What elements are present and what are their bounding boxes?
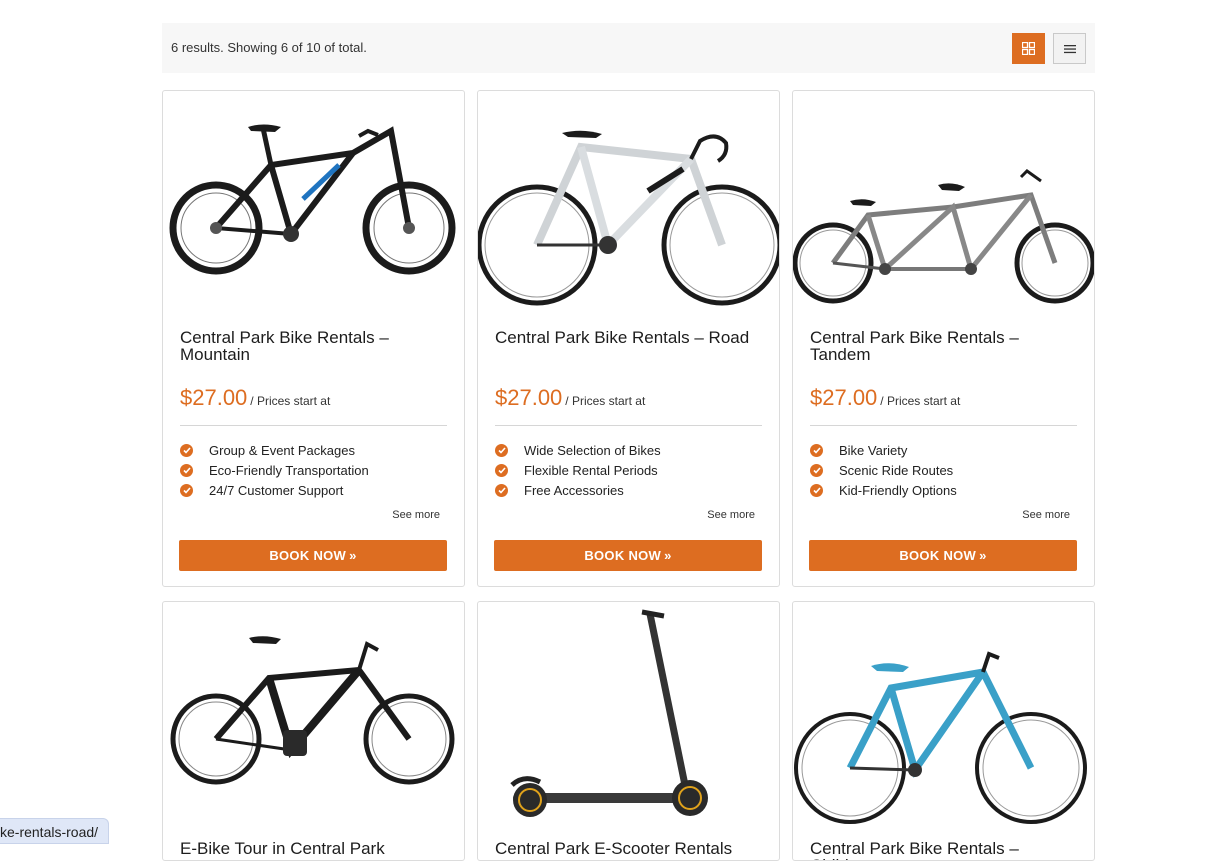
results-toolbar: 6 results. Showing 6 of 10 of total. <box>162 23 1095 73</box>
product-title[interactable]: E-Bike Tour in Central Park <box>180 840 450 857</box>
feature-label: Eco-Friendly Transportation <box>209 462 369 478</box>
feature-label: 24/7 Customer Support <box>209 482 344 498</box>
check-circle-icon <box>180 443 193 457</box>
feature-list: Wide Selection of Bikes Flexible Rental … <box>495 440 661 500</box>
price-block: $27.00/ Prices start at <box>180 385 330 411</box>
book-now-label: BOOK NOW <box>269 548 347 563</box>
feature-list: Bike Variety Scenic Ride Routes Kid-Frie… <box>810 440 957 500</box>
book-now-button[interactable]: BOOK NOW» <box>809 540 1077 571</box>
feature-label: Flexible Rental Periods <box>524 462 658 478</box>
product-card-ebike: E-Bike Tour in Central Park <box>162 601 465 861</box>
product-title[interactable]: Central Park E-Scooter Rentals <box>495 840 765 857</box>
check-circle-icon <box>495 443 508 457</box>
tandem-bike-image[interactable] <box>793 91 1094 313</box>
feature-item: Wide Selection of Bikes <box>495 440 661 460</box>
feature-item: Kid-Friendly Options <box>810 480 957 500</box>
price-block: $27.00/ Prices start at <box>495 385 645 411</box>
feature-label: Bike Variety <box>839 442 908 458</box>
grid-icon <box>1022 42 1035 55</box>
check-circle-icon <box>495 483 508 497</box>
product-title[interactable]: Central Park Bike Rentals – Children <box>810 840 1080 860</box>
product-card-mountain: Central Park Bike Rentals – Mountain $27… <box>162 90 465 587</box>
product-title[interactable]: Central Park Bike Rentals – Road <box>495 329 765 346</box>
book-now-button[interactable]: BOOK NOW» <box>179 540 447 571</box>
status-bar-url: ke-rentals-road/ <box>0 818 110 844</box>
product-card-tandem: Central Park Bike Rentals – Tandem $27.0… <box>792 90 1095 587</box>
list-icon <box>1063 44 1076 53</box>
see-more-link[interactable]: See more <box>392 509 440 521</box>
grid-view-button[interactable] <box>1012 33 1045 64</box>
divider <box>810 425 1077 426</box>
feature-item: Scenic Ride Routes <box>810 460 957 480</box>
double-chevron-right-icon: » <box>664 548 672 563</box>
e-bike-image[interactable] <box>163 602 464 824</box>
check-circle-icon <box>810 483 823 497</box>
see-more-link[interactable]: See more <box>1022 509 1070 521</box>
product-title[interactable]: Central Park Bike Rentals – Mountain <box>180 329 450 363</box>
product-card-children: Central Park Bike Rentals – Children <box>792 601 1095 861</box>
feature-item: 24/7 Customer Support <box>180 480 369 500</box>
book-now-label: BOOK NOW <box>584 548 662 563</box>
feature-label: Scenic Ride Routes <box>839 462 954 478</box>
e-scooter-image[interactable] <box>478 602 779 824</box>
double-chevron-right-icon: » <box>979 548 987 563</box>
check-circle-icon <box>495 463 508 477</box>
divider <box>495 425 762 426</box>
price-amount: $27.00 <box>180 385 248 410</box>
double-chevron-right-icon: » <box>349 548 357 563</box>
price-block: $27.00/ Prices start at <box>810 385 960 411</box>
price-note: / Prices start at <box>250 394 331 408</box>
price-note: / Prices start at <box>880 394 961 408</box>
check-circle-icon <box>810 443 823 457</box>
divider <box>180 425 447 426</box>
product-card-escooter: Central Park E-Scooter Rentals <box>477 601 780 861</box>
list-view-button[interactable] <box>1053 33 1086 64</box>
see-more-link[interactable]: See more <box>707 509 755 521</box>
feature-label: Kid-Friendly Options <box>839 482 957 498</box>
price-amount: $27.00 <box>810 385 878 410</box>
price-amount: $27.00 <box>495 385 563 410</box>
feature-item: Eco-Friendly Transportation <box>180 460 369 480</box>
feature-label: Free Accessories <box>524 482 624 498</box>
price-note: / Prices start at <box>565 394 646 408</box>
check-circle-icon <box>180 483 193 497</box>
results-count: 6 results. Showing 6 of 10 of total. <box>171 40 367 55</box>
check-circle-icon <box>810 463 823 477</box>
book-now-button[interactable]: BOOK NOW» <box>494 540 762 571</box>
product-title[interactable]: Central Park Bike Rentals – Tandem <box>810 329 1080 363</box>
feature-item: Bike Variety <box>810 440 957 460</box>
kids-bike-image[interactable] <box>793 602 1094 824</box>
road-bike-image[interactable] <box>478 91 779 313</box>
feature-item: Group & Event Packages <box>180 440 369 460</box>
feature-list: Group & Event Packages Eco-Friendly Tran… <box>180 440 369 500</box>
check-circle-icon <box>180 463 193 477</box>
feature-label: Wide Selection of Bikes <box>524 442 661 458</box>
book-now-label: BOOK NOW <box>899 548 977 563</box>
product-card-road: Central Park Bike Rentals – Road $27.00/… <box>477 90 780 587</box>
feature-item: Flexible Rental Periods <box>495 460 661 480</box>
feature-item: Free Accessories <box>495 480 661 500</box>
feature-label: Group & Event Packages <box>209 442 355 458</box>
mountain-bike-image[interactable] <box>163 91 464 313</box>
